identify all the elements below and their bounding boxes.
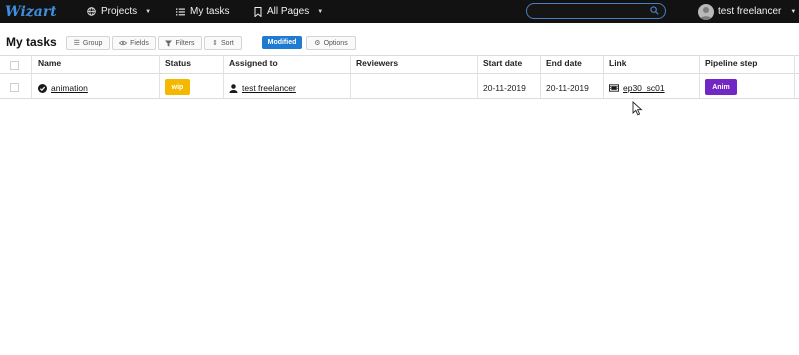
list-icon: ☰ (73, 40, 80, 47)
status-badge[interactable]: wip (165, 79, 190, 95)
column-header-assigned-to[interactable]: Assigned to (229, 58, 278, 68)
projects-label: Projects (101, 6, 138, 17)
wizart-logo[interactable]: Wizart (4, 1, 56, 21)
modified-badge[interactable]: Modified (262, 36, 302, 49)
column-header-pipeline-step[interactable]: Pipeline step (705, 58, 757, 68)
column-divider (31, 55, 32, 98)
globe-icon (87, 7, 96, 16)
my-tasks-label: My tasks (190, 6, 230, 17)
user-silhouette-icon (700, 6, 712, 20)
pipeline-step-badge[interactable]: Anim (705, 79, 737, 95)
options-button[interactable]: ⚙ Options (306, 36, 356, 50)
gear-icon: ⚙ (314, 40, 321, 47)
search-input[interactable] (533, 5, 643, 17)
sort-label: Sort (221, 39, 234, 47)
link-cell: ep30_sc01 (609, 82, 665, 94)
assigned-to-cell: test freelancer (229, 82, 296, 94)
filters-button[interactable]: Filters (158, 36, 202, 50)
chevron-down-icon: ▼ (145, 8, 152, 15)
bookmark-icon (254, 6, 262, 17)
column-divider (350, 55, 351, 98)
column-divider (540, 55, 541, 98)
column-header-reviewers[interactable]: Reviewers (356, 58, 398, 68)
column-divider (223, 55, 224, 98)
shot-link[interactable]: ep30_sc01 (623, 83, 665, 93)
chevron-down-icon: ▼ (317, 8, 324, 15)
column-divider (159, 55, 160, 98)
user-menu[interactable]: test freelancer ▼ (698, 0, 796, 23)
all-pages-label: All Pages (267, 6, 310, 17)
row-bottom-border (0, 98, 799, 99)
select-all-checkbox[interactable] (10, 61, 19, 70)
list-icon (176, 7, 185, 15)
mouse-cursor-icon (632, 101, 643, 116)
svg-text:Wizart: Wizart (5, 4, 56, 20)
top-navbar: Wizart Projects ▼ My tasks All Pages ▼ t… (0, 0, 799, 23)
row-checkbox[interactable] (10, 83, 19, 92)
sort-button[interactable]: ⇕ Sort (204, 36, 242, 50)
column-divider (699, 55, 700, 98)
eye-icon (119, 40, 128, 46)
column-header-end-date[interactable]: End date (546, 58, 582, 68)
column-header-start-date[interactable]: Start date (483, 58, 522, 68)
task-name-cell: animation (38, 82, 88, 94)
filters-label: Filters (175, 39, 195, 47)
column-divider (603, 55, 604, 98)
page-title: My tasks (6, 35, 57, 49)
search-icon[interactable] (650, 6, 659, 15)
column-header-status[interactable]: Status (165, 58, 191, 68)
user-name: test freelancer (718, 6, 782, 17)
film-icon (609, 84, 619, 92)
projects-menu[interactable]: Projects ▼ (87, 0, 151, 23)
end-date-cell: 20-11-2019 (546, 83, 589, 93)
header-bottom-border (0, 73, 799, 74)
filter-icon (165, 39, 173, 47)
all-pages-menu[interactable]: All Pages ▼ (254, 0, 323, 23)
start-date-cell: 20-11-2019 (483, 83, 526, 93)
column-divider (794, 55, 795, 98)
options-label: Options (323, 39, 348, 47)
table-top-border (0, 55, 799, 56)
check-circle-icon (38, 83, 47, 93)
column-header-link[interactable]: Link (609, 58, 626, 68)
my-tasks-link[interactable]: My tasks (176, 0, 229, 23)
fields-label: Fields (130, 39, 149, 47)
user-icon (229, 83, 238, 93)
sort-icon: ⇕ (212, 40, 219, 47)
group-label: Group (82, 39, 103, 47)
group-button[interactable]: ☰ Group (66, 36, 110, 50)
chevron-down-icon: ▼ (790, 8, 797, 15)
column-divider (477, 55, 478, 98)
search-field[interactable] (526, 3, 666, 19)
task-name-link[interactable]: animation (51, 83, 88, 93)
column-header-name[interactable]: Name (38, 58, 61, 68)
avatar (698, 3, 714, 20)
fields-button[interactable]: Fields (112, 36, 156, 50)
assignee-link[interactable]: test freelancer (242, 83, 296, 93)
